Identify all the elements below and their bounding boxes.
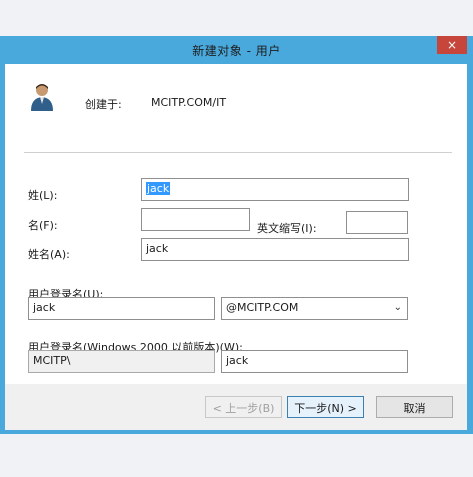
- last-name-value: jack: [146, 182, 171, 195]
- last-name-label: 姓(L):: [28, 189, 58, 202]
- button-bar: < 上一步(B) 下一步(N) > 取消: [5, 384, 467, 430]
- dialog-body: 创建于: MCITP.COM/IT 姓(L): jack 名(F): 英文缩写(…: [5, 64, 467, 430]
- close-button[interactable]: ×: [437, 36, 467, 54]
- new-user-dialog: 新建对象 - 用户 × 创建于: MCITP.COM/IT 姓(L): jack…: [0, 36, 473, 434]
- close-icon: ×: [446, 38, 458, 52]
- created-in-value: MCITP.COM/IT: [151, 96, 227, 109]
- back-button[interactable]: < 上一步(B): [205, 396, 282, 418]
- logon-name-field[interactable]: jack: [28, 297, 215, 320]
- user-icon: [31, 84, 53, 111]
- first-name-label: 名(F):: [28, 219, 58, 232]
- initials-label: 英文缩写(I):: [257, 222, 317, 235]
- initials-field[interactable]: [346, 211, 408, 234]
- chevron-down-icon: ⌄: [393, 302, 402, 313]
- pre2000-domain-field: MCITP\: [28, 350, 215, 373]
- upn-suffix-value: @MCITP.COM: [226, 301, 299, 314]
- first-name-field[interactable]: [141, 208, 250, 231]
- last-name-field[interactable]: jack: [141, 178, 409, 201]
- full-name-field[interactable]: jack: [141, 238, 409, 261]
- next-button[interactable]: 下一步(N) >: [287, 396, 364, 418]
- window-title: 新建对象 - 用户: [192, 44, 281, 58]
- upn-suffix-dropdown[interactable]: @MCITP.COM ⌄: [221, 297, 408, 320]
- cancel-button[interactable]: 取消: [376, 396, 453, 418]
- header-divider: [24, 152, 452, 153]
- full-name-label: 姓名(A):: [28, 248, 70, 261]
- pre2000-name-field[interactable]: jack: [221, 350, 408, 373]
- header-row: 创建于: MCITP.COM/IT: [5, 64, 467, 144]
- title-bar[interactable]: 新建对象 - 用户 ×: [0, 36, 473, 64]
- created-in-label: 创建于:: [85, 98, 122, 111]
